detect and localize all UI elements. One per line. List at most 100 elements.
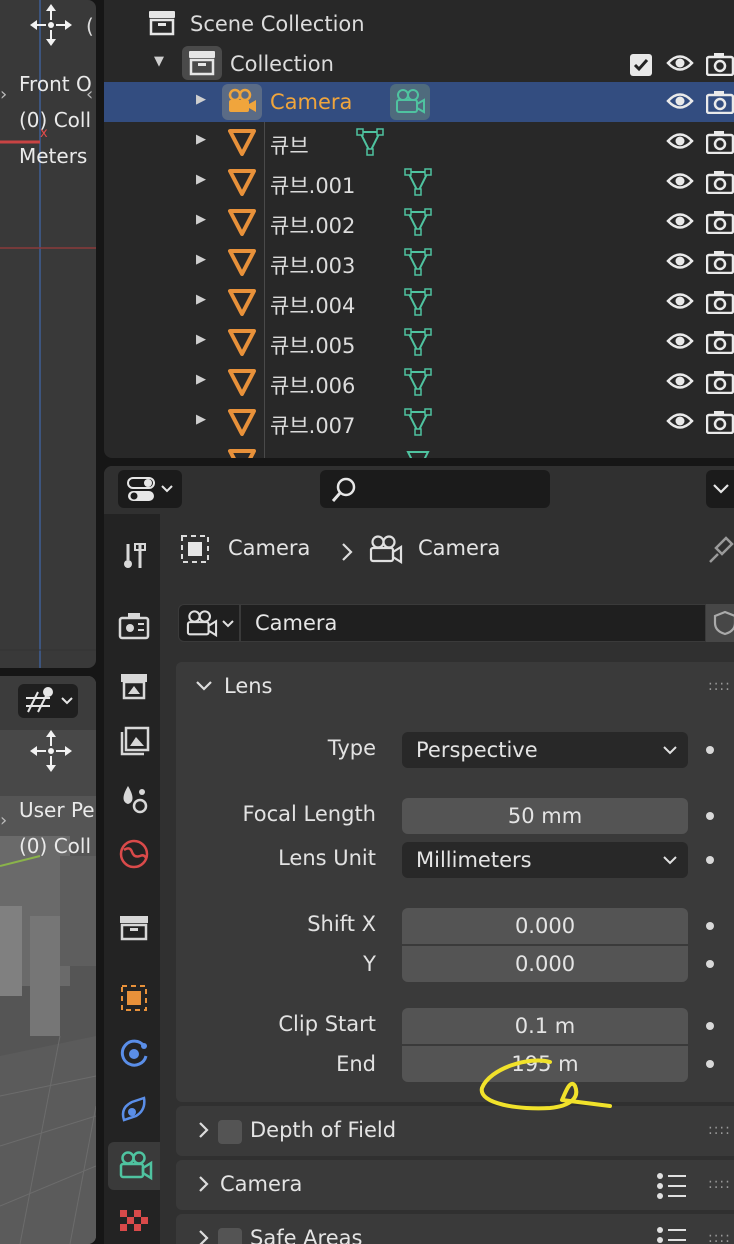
eye-icon[interactable] xyxy=(666,210,694,232)
presets-list-icon[interactable] xyxy=(656,1172,688,1200)
safe-areas-panel[interactable]: Safe Areas :::: xyxy=(176,1214,734,1244)
expand-right-icon[interactable]: ▶ xyxy=(196,132,206,147)
lens-type-dropdown[interactable]: Perspective xyxy=(402,732,688,768)
viewport-user-perspective[interactable]: › User Pe (0) Coll xyxy=(0,676,96,1244)
outliner-row-cube-005[interactable]: ▶ 큐브.005 xyxy=(104,322,734,362)
focal-length-field[interactable]: 50 mm xyxy=(402,798,688,834)
mesh-data-icon[interactable] xyxy=(404,408,432,436)
region-toggle-arrow-icon[interactable]: › xyxy=(0,810,7,831)
render-camera-icon[interactable] xyxy=(706,130,734,154)
mesh-data-icon[interactable] xyxy=(404,208,432,236)
outliner-row-cube-004[interactable]: ▶ 큐브.004 xyxy=(104,282,734,322)
drag-handle-icon[interactable]: :::: xyxy=(708,1122,731,1138)
viewport-front-ortho[interactable]: ( › Front O (0) Coll Meters ‹ x xyxy=(0,0,96,668)
outliner-row-cube-003[interactable]: ▶ 큐브.003 xyxy=(104,242,734,282)
render-camera-icon[interactable] xyxy=(706,330,734,354)
outliner-row-cube-006[interactable]: ▶ 큐브.006 xyxy=(104,362,734,402)
expand-right-icon[interactable]: ▶ xyxy=(196,372,206,387)
tab-tool[interactable] xyxy=(116,538,152,574)
expand-right-icon[interactable]: ▶ xyxy=(196,212,206,227)
render-camera-icon[interactable] xyxy=(706,52,734,76)
drag-handle-icon[interactable]: :::: xyxy=(708,678,731,694)
region-toggle-arrow-icon[interactable]: › xyxy=(0,84,7,105)
camera-data-icon-bg[interactable] xyxy=(390,84,430,120)
animate-property-dot[interactable] xyxy=(706,856,714,864)
render-camera-icon[interactable] xyxy=(706,290,734,314)
outliner-row-cube-001[interactable]: ▶ 큐브.001 xyxy=(104,162,734,202)
camera-datablock-name-field[interactable]: Camera xyxy=(240,604,706,642)
camera-panel[interactable]: Camera :::: xyxy=(176,1160,734,1210)
mesh-data-icon[interactable] xyxy=(404,168,432,196)
mesh-data-icon[interactable] xyxy=(404,248,432,276)
outliner-row-partial[interactable] xyxy=(104,442,734,458)
header-options-dropdown[interactable] xyxy=(706,470,734,508)
tab-constraints[interactable] xyxy=(116,1092,152,1128)
shift-y-field[interactable]: 0.000 xyxy=(402,946,688,982)
expand-right-icon[interactable]: ▶ xyxy=(196,332,206,347)
outliner-row-cube[interactable]: ▶ 큐브 xyxy=(104,122,734,162)
properties-search-input[interactable] xyxy=(320,470,550,508)
tab-physics[interactable] xyxy=(116,1036,152,1072)
camera-datablock-selector[interactable]: Camera xyxy=(178,604,734,642)
outliner-row-collection[interactable]: ▼ Collection xyxy=(104,44,734,84)
depth-of-field-checkbox[interactable] xyxy=(218,1120,242,1144)
properties-editor[interactable]: Camera Camera Camera Lens:::: Type Pers… xyxy=(104,466,734,1244)
animate-property-dot[interactable] xyxy=(706,1060,714,1068)
animate-property-dot[interactable] xyxy=(706,922,714,930)
animate-property-dot[interactable] xyxy=(706,1022,714,1030)
safe-areas-checkbox[interactable] xyxy=(218,1228,242,1244)
eye-icon[interactable] xyxy=(666,370,694,392)
tab-output[interactable] xyxy=(116,668,152,704)
depth-of-field-panel[interactable]: Depth of Field :::: xyxy=(176,1106,734,1156)
expand-right-icon[interactable]: ▶ xyxy=(196,252,206,267)
tab-world[interactable] xyxy=(116,836,152,872)
animate-property-dot[interactable] xyxy=(706,746,714,754)
mesh-data-icon[interactable] xyxy=(404,328,432,356)
lens-panel-header[interactable]: Lens :::: xyxy=(176,662,734,712)
expand-right-icon[interactable]: ▶ xyxy=(196,292,206,307)
collection-exclude-checkbox[interactable] xyxy=(630,54,652,76)
editor-type-button[interactable] xyxy=(118,470,182,508)
outliner-row-scene-collection[interactable]: Scene Collection xyxy=(104,4,734,44)
render-camera-icon[interactable] xyxy=(706,210,734,234)
mesh-data-icon[interactable] xyxy=(404,288,432,316)
tab-object[interactable] xyxy=(116,980,152,1016)
eye-icon[interactable] xyxy=(666,90,694,112)
drag-handle-icon[interactable]: :::: xyxy=(708,1176,731,1192)
render-camera-icon[interactable] xyxy=(706,170,734,194)
lens-unit-dropdown[interactable]: Millimeters xyxy=(402,842,688,878)
fake-user-shield-button[interactable] xyxy=(706,604,734,642)
eye-icon[interactable] xyxy=(666,330,694,352)
tab-scene[interactable] xyxy=(116,780,152,816)
render-camera-icon[interactable] xyxy=(706,410,734,434)
presets-list-icon[interactable] xyxy=(656,1226,688,1244)
eye-icon[interactable] xyxy=(666,52,694,74)
tab-render[interactable] xyxy=(116,608,152,644)
tab-view-layer[interactable] xyxy=(116,724,152,760)
expand-down-icon[interactable]: ▼ xyxy=(154,54,164,69)
outliner-row-camera[interactable]: ▶ Camera xyxy=(104,82,734,122)
outliner-row-cube-002[interactable]: ▶ 큐브.002 xyxy=(104,202,734,242)
object-interaction-mode-button[interactable] xyxy=(18,684,78,718)
eye-icon[interactable] xyxy=(666,410,694,432)
outliner-panel[interactable]: Scene Collection ▼ Collection ▶ Camera ▶… xyxy=(104,0,734,458)
render-camera-icon[interactable] xyxy=(706,90,734,114)
render-camera-icon[interactable] xyxy=(706,370,734,394)
tab-camera-data[interactable] xyxy=(108,1142,160,1190)
tab-collection[interactable] xyxy=(116,910,152,946)
eye-icon[interactable] xyxy=(666,130,694,152)
eye-icon[interactable] xyxy=(666,290,694,312)
render-camera-icon[interactable] xyxy=(706,250,734,274)
move-view-gizmo-icon[interactable] xyxy=(28,728,74,774)
move-view-gizmo-icon[interactable] xyxy=(28,2,74,48)
animate-property-dot[interactable] xyxy=(706,960,714,968)
outliner-row-cube-007[interactable]: ▶ 큐브.007 xyxy=(104,402,734,442)
browse-camera-data-button[interactable] xyxy=(178,604,240,642)
tab-texture[interactable] xyxy=(116,1206,152,1242)
mesh-data-icon[interactable] xyxy=(356,128,384,156)
expand-right-icon[interactable]: ▶ xyxy=(196,412,206,427)
mesh-data-icon[interactable] xyxy=(404,368,432,396)
shift-x-field[interactable]: 0.000 xyxy=(402,908,688,944)
eye-icon[interactable] xyxy=(666,250,694,272)
drag-handle-icon[interactable]: :::: xyxy=(708,1230,731,1244)
